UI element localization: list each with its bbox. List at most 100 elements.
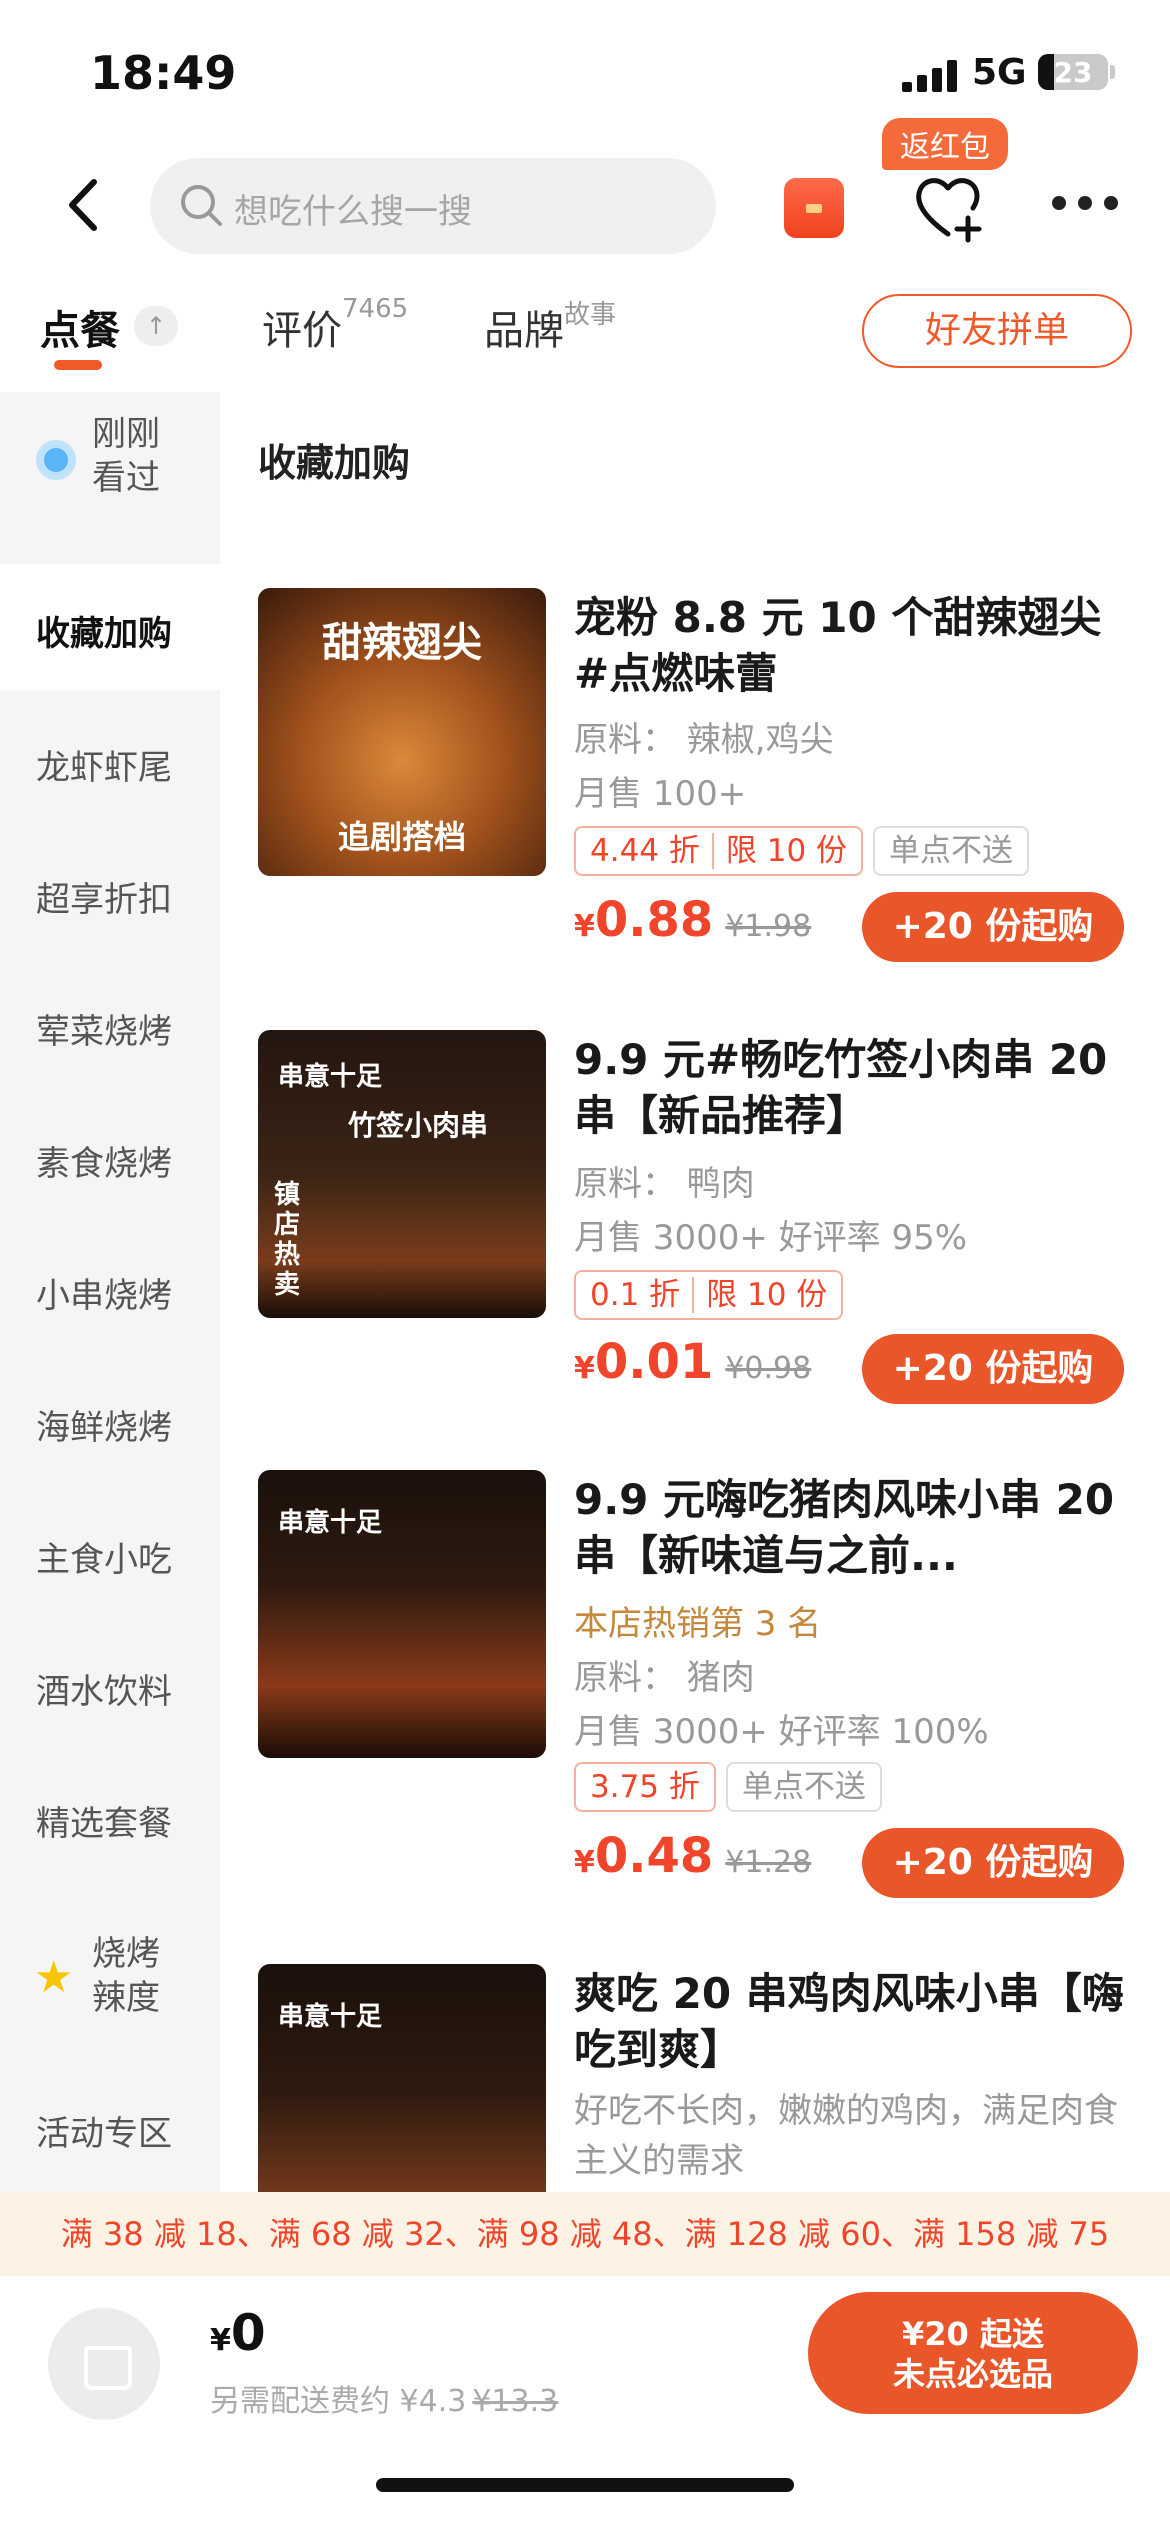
product-description: 好吃不长肉，嫩嫩的鸡肉，满足肉食主义的需求 [574,2091,1118,2181]
tab-order-label: 点餐 [40,308,120,354]
product-title: 9.9 元嗨吃猪肉风味小串 20 串【新味道与之前... [574,1475,1115,1580]
product-price: ¥0.48 ¥1.28 [574,1828,812,1884]
discount-tag: 0.1 折限 10 份 [574,1270,844,1320]
friend-group-order-button[interactable]: 好友拼单 [862,294,1132,368]
product-image-side: 镇店热卖 [273,1180,300,1300]
back-button[interactable] [58,170,118,240]
category-sidebar: 刚刚 看过 收藏加购 龙虾虾尾 超享折扣 荤菜烧烤 素食烧烤 小串烧烤 海鲜烧烤 … [0,392,220,2192]
red-packet-icon[interactable] [784,178,844,238]
sidebar-item-recently-viewed[interactable]: 刚刚 看过 [0,392,220,524]
sidebar-item-label: 刚刚 [92,414,160,454]
add-to-cart-button[interactable]: +20 份起购 [862,1828,1124,1898]
section-title: 收藏加购 [258,441,411,485]
tab-brand[interactable]: 品牌故事 [484,298,616,356]
product-sales: 月售 3000+ 好评率 100% [574,1712,989,1752]
hot-rank: 本店热销第 3 名 [574,1604,822,1644]
cart-total: ¥0 [210,2304,266,2362]
original-price: ¥0.98 [725,1351,812,1386]
sidebar-item-label: 龙虾虾尾 [36,748,172,788]
promo-bar: 满 38 减 18、满 68 减 32、满 98 减 48、满 128 减 60… [0,2192,1170,2276]
favorite-button[interactable] [910,168,990,244]
product-image-caption: 追剧搭档 [337,818,466,856]
sidebar-item-skewers[interactable]: 小串烧烤 [0,1222,220,1354]
cart-bar: ¥0 另需配送费约 ¥4.3 ¥13.3 ¥20 起送 未点必选品 [0,2276,1170,2532]
add-to-cart-button[interactable]: +20 份起购 [862,892,1124,962]
sidebar-item-discount[interactable]: 超享折扣 [0,826,220,958]
sidebar-item-label: 主食小吃 [36,1540,172,1580]
status-time: 18:49 [90,46,237,100]
product-card[interactable]: 串意十足 9.9 元嗨吃猪肉风味小串 20 串【新味道与之前... 本店热销第 … [258,1470,1148,1900]
product-tags: 0.1 折限 10 份 [574,1270,853,1320]
chevron-left-icon [69,179,97,231]
sidebar-item-veg-bbq[interactable]: 素食烧烤 [0,1090,220,1222]
product-image-brand: 串意十足 [278,1508,383,1538]
recent-icon [36,440,76,480]
product-ingredients: 原料： 鸭肉 [574,1164,755,1204]
sidebar-item-label: 精选套餐 [36,1804,172,1844]
product-price: ¥0.88 ¥1.98 [574,892,812,948]
product-image: 串意十足 [258,1964,546,2192]
home-indicator[interactable] [376,2478,794,2492]
sidebar-item-staples[interactable]: 主食小吃 [0,1486,220,1618]
sidebar-item-label: 收藏加购 [36,614,172,654]
price-value: 0.88 [594,892,714,948]
sidebar-item-label: 烧烤 [92,1934,160,1974]
sidebar-item-label: 辣度 [92,1978,160,2018]
product-card[interactable]: 串意十足 爽吃 20 串鸡肉风味小串【嗨吃到爽】 好吃不长肉，嫩嫩的鸡肉，满足肉… [258,1964,1148,2192]
tab-reviews-label: 评价 [262,308,342,354]
signal-icon [902,60,958,92]
no-single-delivery-tag: 单点不送 [725,1762,882,1812]
product-image: 串意十足 竹签小肉串 镇店热卖 [258,1030,546,1318]
checkout-button[interactable]: ¥20 起送 未点必选品 [808,2292,1138,2414]
tab-brand-sub: 故事 [564,300,617,330]
sidebar-item-label: 超享折扣 [36,880,172,920]
product-image-brand: 串意十足 [278,1062,383,1092]
product-ingredients: 原料： 辣椒,鸡尖 [574,720,834,760]
fav-badge: 返红包 [882,118,1008,170]
reviews-count: 7465 [342,294,409,324]
sidebar-item-label: 荤菜烧烤 [36,1012,172,1052]
product-tags: 3.75 折单点不送 [574,1762,892,1812]
delivery-fee-original: ¥13.3 [472,2384,559,2419]
tab-reviews[interactable]: 评价7465 [262,294,408,356]
discount-tag: 3.75 折 [574,1762,716,1812]
product-card[interactable]: 串意十足 竹签小肉串 镇店热卖 9.9 元#畅吃竹签小肉串 20 串【新品推荐】… [258,1030,1148,1410]
search-bar[interactable]: 想吃什么搜一搜 [150,158,716,254]
no-single-delivery-tag: 单点不送 [873,826,1030,876]
checkout-note: 未点必选品 [892,2355,1053,2393]
limit-tag: 限 10 份 [692,1277,828,1313]
product-image: 甜辣翅尖 追剧搭档 [258,588,546,876]
battery-percent: 23 [1053,56,1093,89]
product-card[interactable]: 甜辣翅尖 追剧搭档 宠粉 8.8 元 10 个甜辣翅尖 #点燃味蕾 原料： 辣椒… [258,588,1148,968]
cart-total-value: 0 [230,2304,266,2362]
search-placeholder: 想吃什么搜一搜 [234,192,472,232]
sidebar-item-drinks[interactable]: 酒水饮料 [0,1618,220,1750]
sidebar-item-seafood[interactable]: 海鲜烧烤 [0,1354,220,1486]
cart-icon[interactable] [48,2308,160,2420]
product-title: 爽吃 20 串鸡肉风味小串【嗨吃到爽】 [574,1969,1124,2074]
sidebar-item-spice-level[interactable]: ★ 烧烤 辣度 [0,1912,220,2044]
star-icon: ★ [34,1952,74,2003]
sidebar-item-label: 活动专区 [36,2114,172,2154]
sidebar-item-meat-bbq[interactable]: 荤菜烧烤 [0,958,220,1090]
sidebar-item-favorites[interactable]: 收藏加购 [0,564,220,690]
tab-order[interactable]: 点餐 [40,298,120,356]
collapse-up-icon[interactable]: ↑ [134,306,178,346]
product-image-title: 竹签小肉串 [348,1109,489,1142]
store-menu-page: 18:49 5G 23 想吃什么搜一搜 返红包 点餐 ↑ 评价7465 品牌故事… [0,0,1170,2532]
tab-active-indicator [54,360,102,370]
sidebar-item-promotions[interactable]: 活动专区 [0,2060,220,2192]
original-price: ¥1.98 [725,909,812,944]
heart-plus-icon [916,178,982,243]
add-to-cart-button[interactable]: +20 份起购 [862,1334,1124,1404]
limit-tag: 限 10 份 [711,833,848,869]
sidebar-item-lobster[interactable]: 龙虾虾尾 [0,694,220,826]
product-price: ¥0.01 ¥0.98 [574,1334,812,1390]
more-icon[interactable] [1050,196,1120,216]
tab-brand-label: 品牌 [484,308,564,354]
sidebar-item-combos[interactable]: 精选套餐 [0,1750,220,1882]
product-sales: 月售 100+ [574,774,747,814]
price-value: 0.48 [594,1828,714,1884]
product-image-title: 甜辣翅尖 [322,620,482,666]
product-image-brand: 串意十足 [278,2002,383,2032]
